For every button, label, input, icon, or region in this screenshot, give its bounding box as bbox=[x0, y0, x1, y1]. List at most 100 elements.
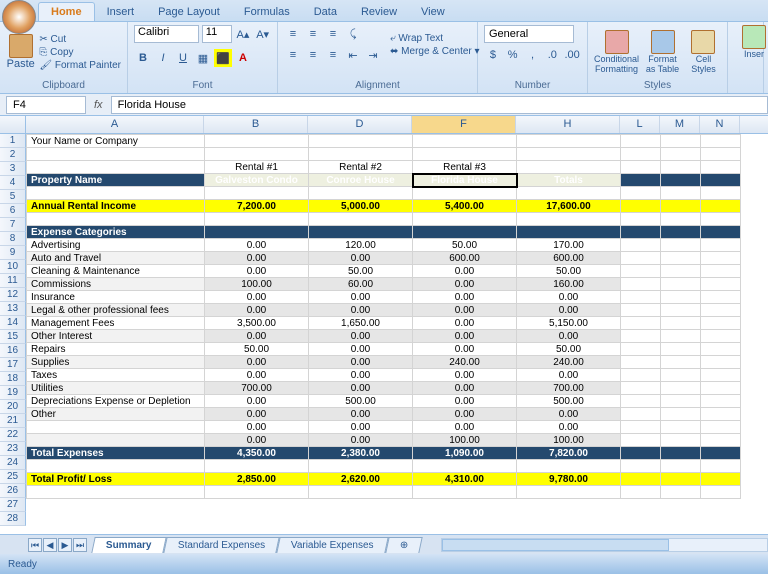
cell[interactable]: Your Name or Company bbox=[27, 135, 205, 148]
cell[interactable] bbox=[661, 187, 701, 200]
cell[interactable]: 60.00 bbox=[309, 278, 413, 291]
cell[interactable] bbox=[701, 395, 741, 408]
col-header-D[interactable]: D bbox=[308, 116, 412, 133]
cell[interactable]: 2,850.00 bbox=[205, 473, 309, 486]
cell[interactable] bbox=[27, 148, 205, 161]
cell[interactable] bbox=[701, 174, 741, 187]
wrap-text-button[interactable]: ⤶ Wrap Text bbox=[390, 33, 480, 44]
cell[interactable] bbox=[701, 330, 741, 343]
sheet-tab-summary[interactable]: Summary bbox=[91, 537, 166, 553]
cell[interactable]: Commissions bbox=[27, 278, 205, 291]
cell[interactable]: Total Expenses bbox=[27, 447, 205, 460]
cell[interactable] bbox=[661, 460, 701, 473]
cell[interactable]: 0.00 bbox=[413, 330, 517, 343]
tab-insert[interactable]: Insert bbox=[95, 3, 147, 21]
cell[interactable] bbox=[309, 148, 413, 161]
cell[interactable]: Other bbox=[27, 408, 205, 421]
align-bottom-button[interactable]: ≡ bbox=[324, 25, 342, 43]
cell[interactable]: 0.00 bbox=[413, 304, 517, 317]
cell[interactable] bbox=[661, 291, 701, 304]
cell[interactable] bbox=[517, 161, 621, 174]
cell[interactable] bbox=[661, 252, 701, 265]
cell[interactable] bbox=[701, 460, 741, 473]
cell[interactable]: 0.00 bbox=[205, 421, 309, 434]
cell[interactable]: 0.00 bbox=[309, 356, 413, 369]
row-header-5[interactable]: 5 bbox=[0, 190, 26, 204]
currency-button[interactable]: $ bbox=[484, 46, 502, 64]
cell[interactable]: 50.00 bbox=[517, 343, 621, 356]
italic-button[interactable]: I bbox=[154, 49, 172, 67]
cell[interactable] bbox=[621, 395, 661, 408]
cell[interactable] bbox=[621, 486, 661, 499]
cell[interactable]: 0.00 bbox=[205, 369, 309, 382]
cell[interactable] bbox=[621, 213, 661, 226]
cell[interactable]: 0.00 bbox=[309, 252, 413, 265]
cell[interactable] bbox=[701, 343, 741, 356]
cell[interactable] bbox=[661, 486, 701, 499]
row-header-2[interactable]: 2 bbox=[0, 148, 26, 162]
horizontal-scrollbar[interactable] bbox=[441, 538, 768, 552]
cell[interactable]: 0.00 bbox=[413, 408, 517, 421]
cell[interactable]: 50.00 bbox=[309, 265, 413, 278]
conditional-formatting-button[interactable]: Conditional Formatting bbox=[594, 25, 639, 79]
row-header-8[interactable]: 8 bbox=[0, 232, 26, 246]
cell[interactable] bbox=[661, 278, 701, 291]
cell[interactable] bbox=[413, 486, 517, 499]
cell[interactable] bbox=[309, 135, 413, 148]
tab-data[interactable]: Data bbox=[302, 3, 349, 21]
sheet-tab-new[interactable]: ⊕ bbox=[385, 537, 423, 553]
row-header-26[interactable]: 26 bbox=[0, 484, 26, 498]
indent-inc-button[interactable]: ⇥ bbox=[364, 46, 382, 64]
name-box[interactable]: F4 bbox=[6, 96, 86, 114]
cell[interactable]: 0.00 bbox=[205, 395, 309, 408]
cell[interactable]: 700.00 bbox=[205, 382, 309, 395]
cell[interactable] bbox=[661, 135, 701, 148]
cell[interactable] bbox=[661, 434, 701, 447]
cell[interactable]: 50.00 bbox=[205, 343, 309, 356]
cell[interactable]: 2,620.00 bbox=[309, 473, 413, 486]
tab-nav-prev[interactable]: ◀ bbox=[43, 538, 57, 552]
cell[interactable] bbox=[517, 148, 621, 161]
cell[interactable]: 0.00 bbox=[517, 369, 621, 382]
cell[interactable]: 0.00 bbox=[413, 369, 517, 382]
cell[interactable] bbox=[661, 213, 701, 226]
cell[interactable]: 0.00 bbox=[309, 343, 413, 356]
cell[interactable]: 500.00 bbox=[309, 395, 413, 408]
cell[interactable]: Other Interest bbox=[27, 330, 205, 343]
cell[interactable]: 2,380.00 bbox=[309, 447, 413, 460]
cell[interactable] bbox=[621, 187, 661, 200]
row-header-3[interactable]: 3 bbox=[0, 162, 26, 176]
cell[interactable] bbox=[701, 304, 741, 317]
cell[interactable] bbox=[413, 187, 517, 200]
cell[interactable] bbox=[621, 304, 661, 317]
cell[interactable] bbox=[517, 135, 621, 148]
cell[interactable] bbox=[309, 460, 413, 473]
copy-button[interactable]: ⎘ Copy bbox=[39, 47, 121, 58]
cell[interactable] bbox=[621, 135, 661, 148]
cell[interactable]: 5,400.00 bbox=[413, 200, 517, 213]
cell[interactable]: 0.00 bbox=[309, 291, 413, 304]
cell[interactable]: Galveston Condo bbox=[205, 174, 309, 187]
cell[interactable]: 0.00 bbox=[205, 408, 309, 421]
cell[interactable]: Taxes bbox=[27, 369, 205, 382]
cell[interactable]: 0.00 bbox=[413, 317, 517, 330]
format-as-table-button[interactable]: Format as Table bbox=[643, 25, 682, 79]
cell[interactable] bbox=[27, 434, 205, 447]
align-center-button[interactable]: ≡ bbox=[304, 46, 322, 64]
cell[interactable] bbox=[661, 200, 701, 213]
cell[interactable]: Repairs bbox=[27, 343, 205, 356]
cell[interactable] bbox=[621, 148, 661, 161]
cell[interactable] bbox=[701, 187, 741, 200]
cell[interactable]: 0.00 bbox=[205, 434, 309, 447]
row-header-7[interactable]: 7 bbox=[0, 218, 26, 232]
cell[interactable]: 0.00 bbox=[309, 330, 413, 343]
row-header-18[interactable]: 18 bbox=[0, 372, 26, 386]
font-family-select[interactable]: Calibri bbox=[134, 25, 199, 43]
cell[interactable] bbox=[413, 148, 517, 161]
cell[interactable]: 5,150.00 bbox=[517, 317, 621, 330]
cut-button[interactable]: ✂ Cut bbox=[39, 34, 121, 45]
formula-input[interactable]: Florida House bbox=[111, 96, 768, 114]
cell[interactable] bbox=[621, 226, 661, 239]
tab-nav-next[interactable]: ▶ bbox=[58, 538, 72, 552]
cell[interactable]: 0.00 bbox=[413, 343, 517, 356]
